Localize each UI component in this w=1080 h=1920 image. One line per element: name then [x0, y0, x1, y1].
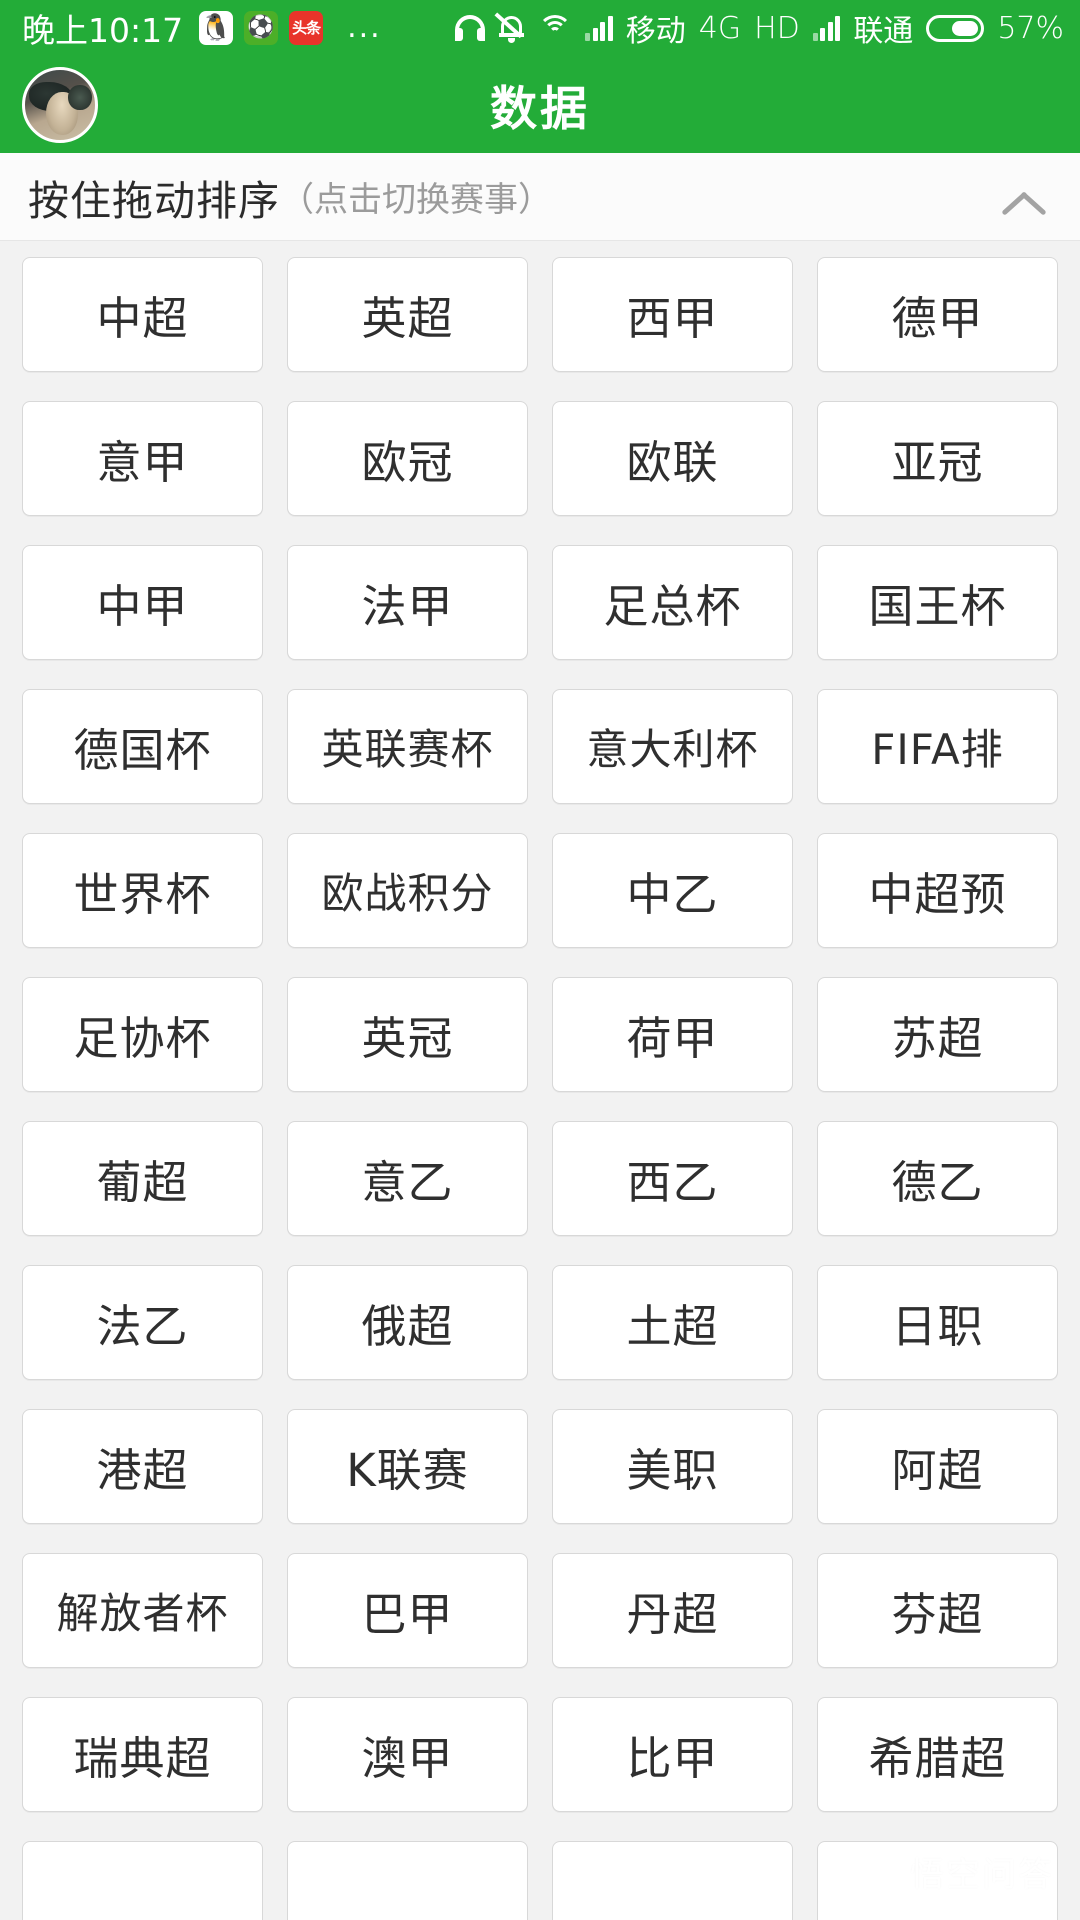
- sort-bar-hint-label: （点击切换赛事）: [280, 180, 552, 220]
- bell-off-icon: [495, 11, 525, 43]
- status-right-group: 移动 4G HD 联通 57%: [455, 6, 1064, 50]
- league-cell[interactable]: [22, 1841, 263, 1920]
- league-cell[interactable]: 世界杯: [22, 833, 263, 948]
- league-cell[interactable]: 英冠: [287, 977, 528, 1092]
- league-cell[interactable]: FIFA排: [817, 689, 1058, 804]
- league-cell[interactable]: 芬超: [817, 1553, 1058, 1668]
- status-time: 晚上10:17: [22, 11, 184, 50]
- league-cell[interactable]: 巴甲: [287, 1553, 528, 1668]
- app-header: 数据: [0, 56, 1080, 153]
- league-cell[interactable]: 中乙: [552, 833, 793, 948]
- league-cell[interactable]: 荷甲: [552, 977, 793, 1092]
- league-cell[interactable]: 欧冠: [287, 401, 528, 516]
- signal-bars-sim2-icon: [812, 15, 841, 41]
- avatar[interactable]: [22, 66, 98, 143]
- league-cell[interactable]: 澳甲: [287, 1697, 528, 1812]
- league-cell[interactable]: 足协杯: [22, 977, 263, 1092]
- league-cell[interactable]: 意乙: [287, 1121, 528, 1236]
- wifi-icon: [538, 15, 573, 41]
- more-notifications-icon: ...: [347, 10, 382, 45]
- league-cell[interactable]: 西甲: [552, 257, 793, 372]
- league-cell[interactable]: 苏超: [817, 977, 1058, 1092]
- league-cell[interactable]: 欧联: [552, 401, 793, 516]
- league-cell[interactable]: 意甲: [22, 401, 263, 516]
- league-cell[interactable]: 土超: [552, 1265, 793, 1380]
- toutiao-icon: 头条: [289, 11, 324, 45]
- league-cell[interactable]: [552, 1841, 793, 1920]
- league-cell[interactable]: 意大利杯: [552, 689, 793, 804]
- league-grid: 中超 英超 西甲 德甲意甲 欧冠 欧联 亚冠中甲 法甲 足总杯 国王杯德国杯 英联赛杯 意大利杯 FIF…: [22, 257, 1058, 1920]
- league-cell[interactable]: 俄超: [287, 1265, 528, 1380]
- league-cell[interactable]: 英联赛杯: [287, 689, 528, 804]
- carrier-2-label: 联通: [853, 14, 914, 49]
- league-cell[interactable]: 中超: [22, 257, 263, 372]
- battery-percent-label: 57%: [997, 10, 1064, 46]
- qq-icon: 🐧: [199, 11, 234, 45]
- league-cell[interactable]: 德甲: [817, 257, 1058, 372]
- league-cell[interactable]: 葡超: [22, 1121, 263, 1236]
- headset-icon: [455, 15, 486, 41]
- league-cell[interactable]: 丹超: [552, 1553, 793, 1668]
- league-cell[interactable]: 美职: [552, 1409, 793, 1524]
- league-cell[interactable]: 日职: [817, 1265, 1058, 1380]
- battery-icon: [926, 14, 985, 42]
- league-cell[interactable]: 瑞典超: [22, 1697, 263, 1812]
- sort-bar[interactable]: 按住拖动排序 （点击切换赛事）: [0, 153, 1080, 241]
- league-cell[interactable]: 足总杯: [552, 545, 793, 660]
- league-cell[interactable]: 港超: [22, 1409, 263, 1524]
- league-cell[interactable]: K联赛: [287, 1409, 528, 1524]
- league-cell[interactable]: 德乙: [817, 1121, 1058, 1236]
- status-notification-icons: 🐧 ⚽ 头条 ...: [199, 11, 382, 45]
- league-cell[interactable]: [287, 1841, 528, 1920]
- hd-label: HD: [754, 10, 800, 46]
- signal-bars-sim1-icon: [585, 15, 613, 41]
- league-grid-container: 中超 英超 西甲 德甲意甲 欧冠 欧联 亚冠中甲 法甲 足总杯 国王杯德国杯 英联赛杯 意大利杯 FIF…: [0, 241, 1080, 1920]
- carrier-1-label: 移动: [625, 14, 686, 49]
- chevron-up-icon[interactable]: [998, 171, 1050, 223]
- league-cell[interactable]: 亚冠: [817, 401, 1058, 516]
- status-bar: 晚上10:17 🐧 ⚽ 头条 ... 移动 4G HD 联通 57%: [0, 0, 1080, 56]
- league-cell[interactable]: 比甲: [552, 1697, 793, 1812]
- league-cell[interactable]: 西乙: [552, 1121, 793, 1236]
- league-cell[interactable]: 解放者杯: [22, 1553, 263, 1668]
- league-cell[interactable]: 阿超: [817, 1409, 1058, 1524]
- league-cell[interactable]: 法乙: [22, 1265, 263, 1380]
- league-cell[interactable]: 中甲: [22, 545, 263, 660]
- league-cell[interactable]: [817, 1841, 1058, 1920]
- league-cell[interactable]: 中超预: [817, 833, 1058, 948]
- league-cell[interactable]: 英超: [287, 257, 528, 372]
- league-cell[interactable]: 法甲: [287, 545, 528, 660]
- network-type-label: 4G: [698, 10, 742, 46]
- league-cell[interactable]: 希腊超: [817, 1697, 1058, 1812]
- sort-bar-main-label: 按住拖动排序: [28, 176, 280, 225]
- page-title: 数据: [490, 82, 590, 137]
- soccer-app-icon: ⚽: [244, 11, 279, 45]
- league-cell[interactable]: 欧战积分: [287, 833, 528, 948]
- app-root: 晚上10:17 🐧 ⚽ 头条 ... 移动 4G HD 联通 57% 数据 按住…: [0, 0, 1080, 1920]
- league-cell[interactable]: 德国杯: [22, 689, 263, 804]
- league-cell[interactable]: 国王杯: [817, 545, 1058, 660]
